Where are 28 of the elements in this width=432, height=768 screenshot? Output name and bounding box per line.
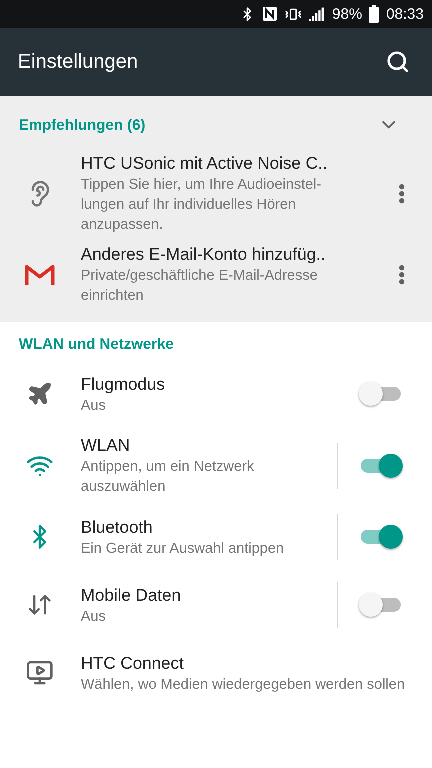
suggestion-summary: Tippen Sie hier, um Ihre Audioeinstel-lungen auf Ihr individuelles Hören anzupassen. xyxy=(81,176,322,235)
setting-title: Mobile Daten xyxy=(81,584,182,606)
nfc-icon xyxy=(262,6,278,22)
app-bar-title: Einstellungen xyxy=(18,50,138,74)
battery-icon xyxy=(369,5,380,23)
battery-level: 98% xyxy=(332,6,362,22)
setting-summary: Aus xyxy=(81,608,107,626)
setting-title: Bluetooth xyxy=(81,516,154,538)
more-icon xyxy=(399,184,405,204)
suggestion-title: Anderes E-Mail-Konto hinzufüg.. xyxy=(81,244,326,266)
suggestion-title: HTC USonic mit Active Noise C.. xyxy=(81,153,328,175)
section-title: Empfehlungen (6) xyxy=(19,116,146,134)
setting-summary: Aus xyxy=(81,396,107,416)
setting-summary: Wählen, wo Medien wiedergegeben werden sollen xyxy=(81,676,406,694)
setting-summary: Antippen, um ein Netzwerk auszuwählen xyxy=(81,458,256,497)
setting-summary: Ein Gerät zur Auswahl antippen xyxy=(81,540,286,558)
monitor-play-icon xyxy=(26,659,54,687)
section-title: WLAN und Netzwerke xyxy=(19,336,174,353)
setting-title: Flugmodus xyxy=(81,374,166,396)
more-icon xyxy=(399,264,405,284)
setting-title: WLAN xyxy=(81,435,132,457)
setting-title: HTC Connect xyxy=(81,652,185,674)
clock: 08:33 xyxy=(386,6,424,22)
suggestion-summary: Private/geschäftliche E-Mail-Adresse einrichten xyxy=(81,267,319,306)
airplane-icon xyxy=(26,381,52,407)
mail-icon xyxy=(24,264,54,286)
signal-icon xyxy=(309,7,326,21)
up-down-arrows-icon xyxy=(26,592,52,618)
